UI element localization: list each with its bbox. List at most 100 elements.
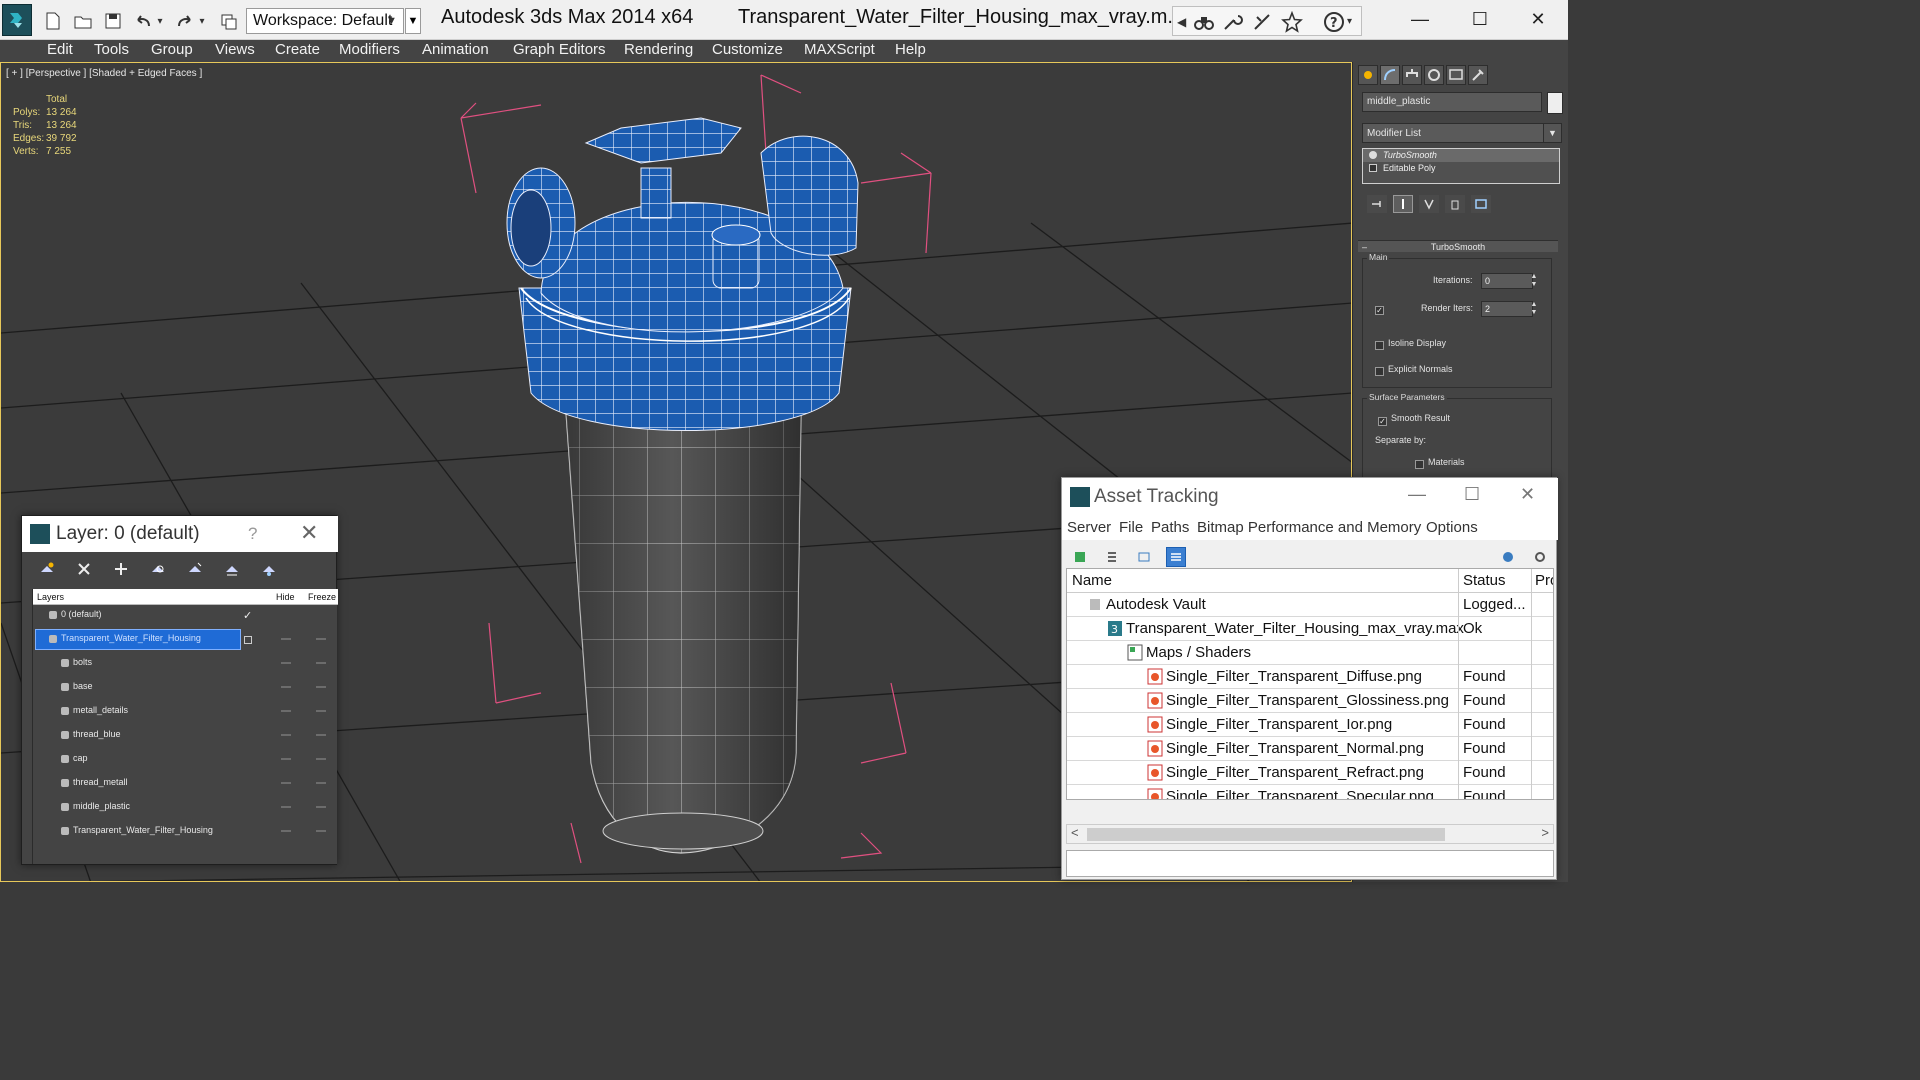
render-iters-spinner[interactable]: 2 xyxy=(1481,301,1533,317)
remove-modifier-button[interactable] xyxy=(1445,195,1465,213)
menu-rendering[interactable]: Rendering xyxy=(624,41,693,58)
viewport-label[interactable]: [ + ] [Perspective ] [Shaded + Edged Fac… xyxy=(6,68,202,79)
hide-toggle[interactable] xyxy=(281,686,291,688)
smooth-result-checkbox[interactable]: ✓ xyxy=(1378,417,1387,426)
tab-create[interactable] xyxy=(1358,65,1378,85)
select-objects-button[interactable] xyxy=(143,556,173,582)
table-view-button[interactable] xyxy=(1166,547,1186,567)
menu-tools[interactable]: Tools xyxy=(94,41,129,58)
refresh-button[interactable] xyxy=(1070,547,1090,567)
configure-modifier-sets-button[interactable] xyxy=(1471,195,1491,213)
close-button[interactable]: ✕ xyxy=(1518,6,1558,32)
freeze-toggle[interactable] xyxy=(316,734,326,736)
help-icon[interactable]: ? xyxy=(1323,11,1345,33)
asset-row[interactable]: Single_Filter_Transparent_Ior.png Found xyxy=(1067,713,1553,737)
freeze-toggle[interactable] xyxy=(316,662,326,664)
star-icon[interactable] xyxy=(1281,10,1303,33)
menu-server[interactable]: Server xyxy=(1067,519,1111,536)
asset-row[interactable]: Single_Filter_Transparent_Refract.png Fou… xyxy=(1067,761,1553,785)
create-layer-button[interactable] xyxy=(32,556,62,582)
redo-icon[interactable] xyxy=(174,10,196,32)
undo-icon[interactable] xyxy=(132,10,154,32)
turbosmooth-rollout-header[interactable]: – TurboSmooth xyxy=(1358,240,1558,252)
list-view-button[interactable] xyxy=(1102,547,1122,567)
signin-tools-icon[interactable] xyxy=(1251,11,1273,33)
asset-row[interactable]: Autodesk Vault Logged... xyxy=(1067,593,1553,617)
stack-item-turbosmooth[interactable]: TurboSmooth xyxy=(1363,149,1559,162)
freeze-toggle[interactable] xyxy=(316,782,326,784)
menu-views[interactable]: Views xyxy=(215,41,255,58)
spinner-arrows-icon[interactable]: ▲ ▼ xyxy=(1529,301,1539,317)
asset-path-field[interactable] xyxy=(1066,850,1554,877)
hide-toggle[interactable] xyxy=(281,662,291,664)
tab-hierarchy[interactable] xyxy=(1402,65,1422,85)
freeze-toggle[interactable] xyxy=(316,830,326,832)
col-pro[interactable]: Pro xyxy=(1535,572,1553,589)
chevron-left-icon[interactable]: ◀ xyxy=(1177,11,1187,33)
minimize-button[interactable]: — xyxy=(1408,484,1426,505)
menu-paths[interactable]: Paths xyxy=(1151,519,1189,536)
layer-row[interactable]: Transparent_Water_Filter_Housing xyxy=(33,821,338,843)
asset-row[interactable]: Single_Filter_Transparent_Diffuse.png Fou… xyxy=(1067,665,1553,689)
col-hide[interactable]: Hide xyxy=(276,592,295,602)
pin-stack-button[interactable] xyxy=(1367,195,1387,213)
minimize-button[interactable]: — xyxy=(1400,6,1440,32)
hide-toggle[interactable] xyxy=(281,806,291,808)
hide-toggle[interactable] xyxy=(281,782,291,784)
freeze-toggle[interactable] xyxy=(316,710,326,712)
help-button[interactable] xyxy=(1498,547,1518,567)
delete-layer-button[interactable] xyxy=(69,556,99,582)
highlight-selected-button[interactable] xyxy=(180,556,210,582)
redo-dropdown-icon[interactable]: ▾ xyxy=(196,10,208,32)
freeze-toggle[interactable] xyxy=(316,638,326,640)
close-button[interactable]: ✕ xyxy=(1520,484,1535,505)
asset-row[interactable]: Single_Filter_Transparent_Glossiness.png… xyxy=(1067,689,1553,713)
col-name[interactable]: Name xyxy=(1072,572,1112,589)
workspace-select[interactable]: Workspace: Default ▼ xyxy=(246,8,404,34)
filter-housing-model[interactable] xyxy=(506,117,859,854)
add-to-layer-button[interactable] xyxy=(106,556,136,582)
current-layer-box-icon[interactable] xyxy=(244,636,252,644)
show-end-result-button[interactable] xyxy=(1393,195,1413,213)
explicit-normals-checkbox[interactable] xyxy=(1375,367,1384,376)
menu-group[interactable]: Group xyxy=(151,41,193,58)
freeze-toggle[interactable] xyxy=(316,806,326,808)
chevron-right-icon[interactable]: > xyxy=(1541,825,1549,840)
menu-create[interactable]: Create xyxy=(275,41,320,58)
layer-row[interactable]: bolts xyxy=(33,653,338,675)
layer-row[interactable]: cap xyxy=(33,749,338,771)
layer-row[interactable]: metall_details xyxy=(33,701,338,723)
horizontal-scrollbar[interactable]: < > xyxy=(1066,824,1554,844)
freeze-toggle[interactable] xyxy=(316,758,326,760)
hide-toggle[interactable] xyxy=(281,830,291,832)
hide-toggle[interactable] xyxy=(281,710,291,712)
workspace-extra-dropdown[interactable]: ▼ xyxy=(405,8,421,34)
asset-dialog-titlebar[interactable]: Asset Tracking — ☐ ✕ xyxy=(1062,478,1558,516)
materials-checkbox[interactable] xyxy=(1415,460,1424,469)
tab-motion[interactable] xyxy=(1424,65,1444,85)
maximize-button[interactable]: ☐ xyxy=(1460,6,1500,32)
undo-dropdown-icon[interactable]: ▾ xyxy=(154,10,166,32)
help-dropdown-icon[interactable]: ▾ xyxy=(1347,11,1357,33)
menu-modifiers[interactable]: Modifiers xyxy=(339,41,400,58)
hide-toggle[interactable] xyxy=(281,734,291,736)
wrench-icon[interactable] xyxy=(1221,11,1243,33)
new-file-icon[interactable] xyxy=(42,10,64,32)
help-button[interactable]: ? xyxy=(248,524,257,544)
menu-edit[interactable]: Edit xyxy=(47,41,73,58)
asset-row[interactable]: Single_Filter_Transparent_Normal.png Foun… xyxy=(1067,737,1553,761)
menu-maxscript[interactable]: MAXScript xyxy=(804,41,875,58)
hide-all-layers-button[interactable] xyxy=(217,556,247,582)
col-status[interactable]: Status xyxy=(1463,572,1506,589)
menu-options[interactable]: Options xyxy=(1426,519,1478,536)
menu-file[interactable]: File xyxy=(1119,519,1143,536)
object-name-field[interactable]: middle_plastic xyxy=(1362,92,1542,112)
tab-modify[interactable] xyxy=(1380,65,1400,85)
hide-toggle[interactable] xyxy=(281,638,291,640)
asset-row[interactable]: Single_Filter_Transparent_Specular.png Fo… xyxy=(1067,785,1553,799)
lightbulb-icon[interactable] xyxy=(1369,151,1377,159)
col-layers[interactable]: Layers xyxy=(37,592,64,602)
object-color-swatch[interactable] xyxy=(1547,92,1563,114)
expand-box-icon[interactable] xyxy=(1369,164,1377,172)
layer-dialog-titlebar[interactable]: Layer: 0 (default) ? ✕ xyxy=(22,516,338,552)
